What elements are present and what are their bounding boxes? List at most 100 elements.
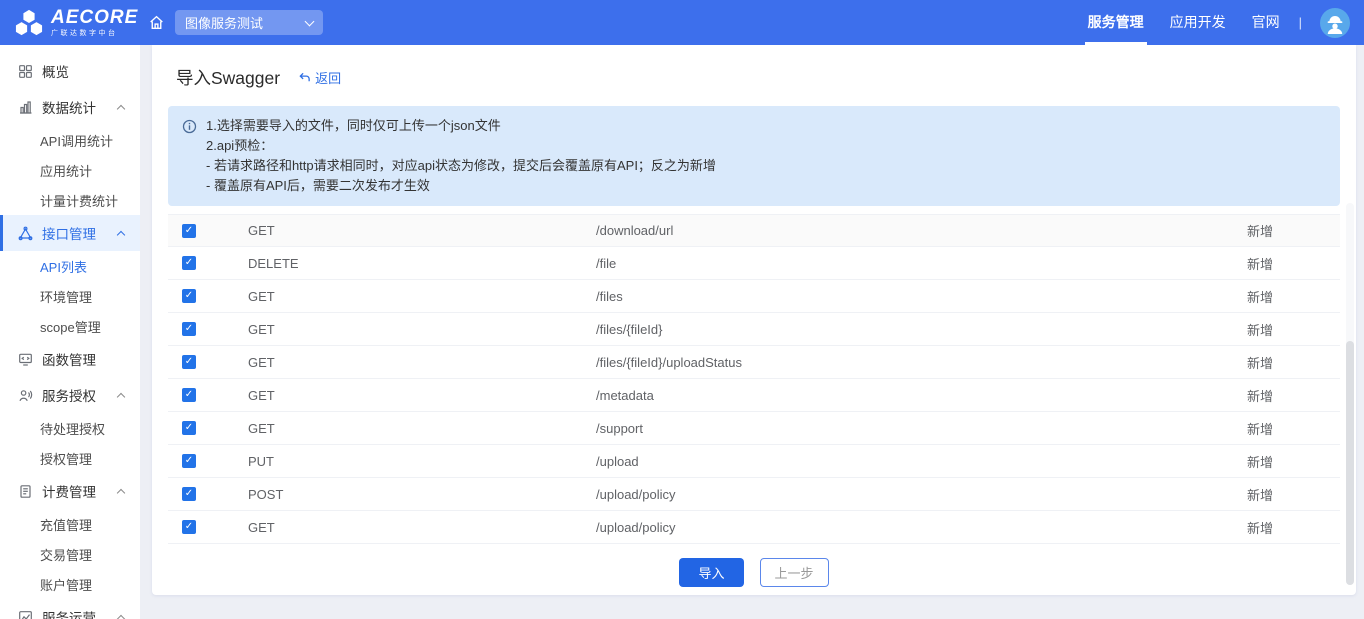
sidebar-subitem-app-statistics[interactable]: 应用统计 <box>0 155 140 185</box>
billing-icon <box>18 484 33 499</box>
row-checkbox[interactable]: ✓ <box>182 421 196 435</box>
logo: AECORE 广联达数字中台 <box>0 8 140 37</box>
table-row: ✓GET/upload/policy新增 <box>168 511 1340 544</box>
sidebar-subitem-transaction-management[interactable]: 交易管理 <box>0 539 140 569</box>
row-checkbox[interactable]: ✓ <box>182 355 196 369</box>
sidebar-subitem-label: 交易管理 <box>40 545 92 564</box>
sidebar-subitem-authorization-management[interactable]: 授权管理 <box>0 443 140 473</box>
row-checkbox-cell: ✓ <box>168 256 248 270</box>
row-checkbox-cell: ✓ <box>168 487 248 501</box>
sidebar-subitem-label: 授权管理 <box>40 449 92 468</box>
import-button[interactable]: 导入 <box>679 558 743 587</box>
row-checkbox[interactable]: ✓ <box>182 256 196 270</box>
sidebar: 概览数据统计 API调用统计应用统计计量计费统计接口管理 API列表环境管理 scop… <box>0 45 140 619</box>
row-path: /file <box>596 256 1180 271</box>
sidebar-subitem-label: 应用统计 <box>40 161 92 180</box>
table-row: ✓GET/support新增 <box>168 412 1340 445</box>
row-status: 新增 <box>1180 386 1340 405</box>
avatar[interactable] <box>1320 8 1350 38</box>
sidebar-item-overview[interactable]: 概览 <box>0 53 140 89</box>
sidebar-subitem-label: 待处理授权 <box>40 419 105 438</box>
row-method: GET <box>248 223 596 238</box>
row-checkbox[interactable]: ✓ <box>182 322 196 336</box>
row-path: /upload/policy <box>596 520 1180 535</box>
row-checkbox[interactable]: ✓ <box>182 224 196 238</box>
chevron-down-icon <box>305 16 315 26</box>
table-scrollbar[interactable] <box>1346 203 1354 585</box>
chevron-up-icon <box>117 230 125 238</box>
row-checkbox-cell: ✓ <box>168 454 248 468</box>
row-path: /download/url <box>596 223 1180 238</box>
sidebar-subitem-scope-management[interactable]: scope管理 <box>0 311 140 341</box>
nav-divider: | <box>1299 15 1302 30</box>
sidebar-item-label: 数据统计 <box>42 97 96 117</box>
row-method: DELETE <box>248 256 596 271</box>
row-path: /upload <box>596 454 1180 469</box>
title-row: 导入Swagger 返回 <box>152 45 1356 104</box>
sidebar-subitem-label: scope管理 <box>40 317 101 336</box>
chevron-up-icon <box>117 614 125 619</box>
sidebar-item-interface-management[interactable]: 接口管理 <box>0 215 140 251</box>
sidebar-subitem-label: API列表 <box>40 257 87 276</box>
row-status: 新增 <box>1180 254 1340 273</box>
row-method: GET <box>248 388 596 403</box>
button-row: 导入 上一步 <box>152 558 1356 587</box>
row-checkbox[interactable]: ✓ <box>182 454 196 468</box>
row-path: /files/{fileId} <box>596 322 1180 337</box>
row-path: /support <box>596 421 1180 436</box>
nav-item-service-management[interactable]: 服务管理 <box>1075 0 1157 45</box>
sidebar-item-label: 概览 <box>42 61 69 81</box>
back-link[interactable]: 返回 <box>298 68 341 87</box>
sidebar-item-billing-management[interactable]: 计费管理 <box>0 473 140 509</box>
sidebar-subitem-recharge-management[interactable]: 充值管理 <box>0 509 140 539</box>
notice-line: - 若请求路径和http请求相同时，对应api状态为修改，提交后会覆盖原有API… <box>206 156 716 176</box>
row-checkbox[interactable]: ✓ <box>182 487 196 501</box>
sidebar-item-label: 函数管理 <box>42 349 96 369</box>
chevron-up-icon <box>117 392 125 400</box>
table-row: ✓ DELETE/file新增 <box>168 247 1340 280</box>
row-checkbox-cell: ✓ <box>168 388 248 402</box>
row-checkbox-cell: ✓ <box>168 520 248 534</box>
function-icon <box>18 352 33 367</box>
table-row: ✓PUT/upload新增 <box>168 445 1340 478</box>
row-checkbox[interactable]: ✓ <box>182 289 196 303</box>
sidebar-item-service-operations[interactable]: 服务运营 <box>0 599 140 619</box>
sidebar-subitem-api-call-statistics[interactable]: API调用统计 <box>0 125 140 155</box>
sidebar-subitem-label: 账户管理 <box>40 575 92 594</box>
row-method: POST <box>248 487 596 502</box>
chevron-up-icon <box>117 104 125 112</box>
row-method: GET <box>248 421 596 436</box>
api-table: ✓GET/download/url新增✓DELETE/file新增✓GET/fi… <box>168 214 1340 544</box>
row-method: GET <box>248 355 596 370</box>
row-checkbox[interactable]: ✓ <box>182 388 196 402</box>
chevron-up-icon <box>117 488 125 496</box>
notice-lines: 1.选择需要导入的文件，同时仅可上传一个json文件2.api预检：- 若请求路… <box>206 116 716 196</box>
sidebar-subitem-api-list[interactable]: API列表 <box>0 251 140 281</box>
nav-item-app-development[interactable]: 应用开发 <box>1157 0 1239 45</box>
sidebar-subitem-metering-billing-statistics[interactable]: 计量计费统计 <box>0 185 140 215</box>
sidebar-item-label: 服务运营 <box>42 607 96 619</box>
content-card: 导入Swagger 返回 1.选择需要导入的文件，同时仅可上传一个json文件2… <box>152 45 1356 595</box>
ops-icon <box>18 610 33 619</box>
api-icon <box>18 226 33 241</box>
row-checkbox-cell: ✓ <box>168 322 248 336</box>
sidebar-item-service-authorization[interactable]: 服务授权 <box>0 377 140 413</box>
notice-line: 1.选择需要导入的文件，同时仅可上传一个json文件 <box>206 116 716 136</box>
previous-step-button[interactable]: 上一步 <box>760 558 829 587</box>
row-checkbox[interactable]: ✓ <box>182 520 196 534</box>
sidebar-subitem-environment-management[interactable]: 环境管理 <box>0 281 140 311</box>
row-status: 新增 <box>1180 518 1340 537</box>
sidebar-subitem-pending-authorization[interactable]: 待处理授权 <box>0 413 140 443</box>
scrollbar-thumb[interactable] <box>1346 341 1354 585</box>
sidebar-item-data-statistics[interactable]: 数据统计 <box>0 89 140 125</box>
home-icon[interactable] <box>148 14 165 31</box>
topbar-nav: 服务管理应用开发官网 <box>1075 0 1293 45</box>
workspace-dropdown[interactable]: 图像服务测试 <box>175 10 323 35</box>
sidebar-item-function-management[interactable]: 函数管理 <box>0 341 140 377</box>
row-checkbox-cell: ✓ <box>168 421 248 435</box>
nav-item-official-site[interactable]: 官网 <box>1239 0 1293 45</box>
sidebar-subitem-account-management[interactable]: 账户管理 <box>0 569 140 599</box>
sidebar-subitem-label: 计量计费统计 <box>40 191 118 210</box>
stats-icon <box>18 100 33 115</box>
page-title: 导入Swagger <box>176 65 280 90</box>
